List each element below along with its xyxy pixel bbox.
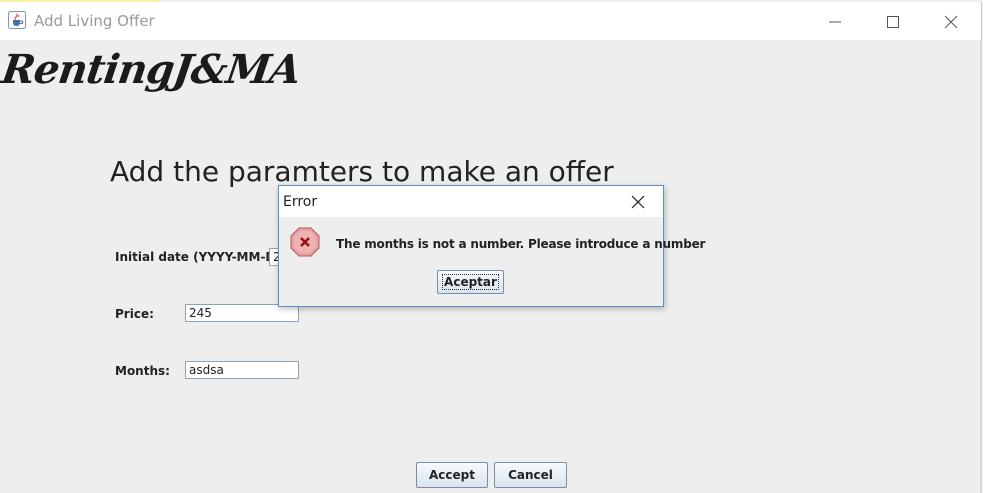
dialog-titlebar[interactable]: Error bbox=[279, 186, 663, 217]
minimize-button[interactable] bbox=[810, 8, 860, 36]
app-logo: RentingJ&MA bbox=[0, 46, 304, 93]
window-title: Add Living Offer bbox=[34, 12, 155, 30]
window-titlebar[interactable]: Add Living Offer bbox=[0, 2, 982, 40]
close-icon bbox=[631, 195, 645, 209]
window-right-edge bbox=[980, 40, 982, 493]
close-window-button[interactable] bbox=[926, 8, 976, 36]
minimize-icon bbox=[829, 21, 841, 23]
months-input[interactable] bbox=[185, 361, 299, 379]
close-icon bbox=[944, 15, 958, 29]
maximize-button[interactable] bbox=[868, 8, 918, 36]
months-label: Months: bbox=[115, 364, 170, 378]
page-heading: Add the paramters to make an offer bbox=[110, 155, 614, 188]
aceptar-button[interactable]: Aceptar bbox=[437, 270, 504, 294]
java-cup-icon bbox=[8, 11, 26, 29]
maximize-icon bbox=[887, 16, 899, 28]
dialog-title: Error bbox=[283, 194, 318, 210]
dialog-message: The months is not a number. Please intro… bbox=[336, 237, 706, 251]
add-living-offer-window: Add Living Offer RentingJ&MA Add the par… bbox=[0, 0, 983, 493]
error-dialog: Error The months is not a number. Please… bbox=[278, 185, 705, 307]
aceptar-button-label: Aceptar bbox=[442, 274, 499, 290]
accept-button[interactable]: Accept bbox=[416, 462, 488, 488]
dialog-close-button[interactable] bbox=[625, 190, 651, 214]
error-x-icon bbox=[290, 227, 320, 257]
price-label: Price: bbox=[115, 307, 154, 321]
cancel-button[interactable]: Cancel bbox=[494, 462, 567, 488]
